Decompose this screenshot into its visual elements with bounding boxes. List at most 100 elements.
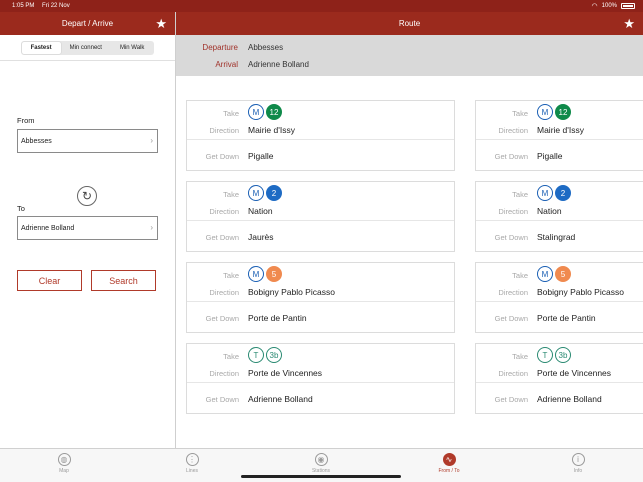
search-panel: Depart / Arrive ★ Fastest Min connect Mi… (0, 12, 176, 448)
direction-label: Direction (498, 207, 528, 216)
direction-label: Direction (498, 126, 528, 135)
route-option-1[interactable]: Take M 12 Direction Mairie d'Issy Get Down Pig… (186, 100, 455, 424)
route-option-2[interactable]: Take M 12 Direction Mairie d'Issy Get Down Pig… (475, 100, 643, 424)
get-down-label: Get Down (205, 152, 239, 161)
line-number-badge: 2 (555, 185, 571, 201)
card-divider (187, 220, 454, 221)
home-indicator (241, 475, 401, 478)
tab-lines[interactable]: ⋮ Lines (162, 453, 222, 474)
line-badges: T 3b (537, 347, 571, 363)
departure-label: Departure (202, 42, 238, 52)
get-down-value: Adrienne Bolland (537, 394, 602, 404)
line-number-badge: 3b (266, 347, 282, 363)
lines-icon: ⋮ (185, 453, 199, 466)
chevron-right-icon: › (150, 136, 153, 145)
transport-mode-icon: M (537, 185, 553, 201)
route-summary: Departure Abbesses Arrival Adrienne Boll… (176, 35, 643, 76)
route-step-card[interactable]: Take M 2 Direction Nation Get Down Jaurès (186, 181, 455, 252)
transport-mode-icon: M (248, 185, 264, 201)
direction-value: Nation (248, 206, 273, 216)
get-down-label: Get Down (494, 395, 528, 404)
line-number-badge: 5 (266, 266, 282, 282)
transport-mode-icon: T (248, 347, 264, 363)
card-divider (476, 301, 643, 302)
status-time: 1:05 PM (12, 3, 35, 9)
get-down-value: Jaurès (248, 232, 274, 242)
get-down-value: Stalingrad (537, 232, 576, 242)
from-field[interactable]: Abbesses › (17, 129, 158, 153)
transport-mode-icon: M (537, 266, 553, 282)
search-button[interactable]: Search (91, 270, 156, 291)
transport-mode-icon: M (248, 104, 264, 120)
arrival-value: Adrienne Bolland (248, 59, 309, 69)
transport-mode-icon: T (537, 347, 553, 363)
route-step-card[interactable]: Take M 2 Direction Nation Get Down Stalingrad (475, 181, 643, 252)
take-label: Take (512, 271, 528, 280)
route-preference-control: Fastest Min connect Min Walk (20, 40, 155, 55)
line-badges: T 3b (248, 347, 282, 363)
route-step-card[interactable]: Take M 12 Direction Mairie d'Issy Get Down Pig… (475, 100, 643, 171)
route-icon: ∿ (442, 453, 456, 466)
direction-label: Direction (209, 369, 239, 378)
route-step-card[interactable]: Take M 5 Direction Bobigny Pablo Picasso Get … (186, 262, 455, 333)
line-number-badge: 12 (555, 104, 571, 120)
tab-info[interactable]: i Info (548, 453, 608, 474)
arrival-label: Arrival (215, 59, 238, 69)
from-label: From (17, 116, 35, 125)
line-badges: M2 (248, 185, 282, 201)
segment-min-connect[interactable]: Min connect (61, 42, 111, 54)
get-down-value: Porte de Pantin (248, 313, 307, 323)
station-icon: ◉ (314, 453, 328, 466)
line-badges: M 12 (537, 104, 571, 120)
line-number-badge: 3b (555, 347, 571, 363)
tab-stations[interactable]: ◉ Stations (291, 453, 351, 474)
direction-value: Mairie d'Issy (248, 125, 295, 135)
battery-percent: 100% (601, 3, 617, 9)
direction-value: Nation (537, 206, 562, 216)
transport-mode-icon: M (537, 104, 553, 120)
route-nav-bar: Route ★ (176, 12, 643, 35)
route-step-card[interactable]: Take M 12 Direction Mairie d'Issy Get Down Pig… (186, 100, 455, 171)
swap-icon[interactable]: ↻ (77, 186, 97, 206)
add-favorite-star-icon[interactable]: ★ (623, 16, 635, 32)
tab-map[interactable]: ◍ Map (34, 453, 94, 474)
take-label: Take (223, 109, 239, 118)
tab-label: From / To (438, 468, 460, 474)
direction-label: Direction (498, 288, 528, 297)
take-label: Take (512, 352, 528, 361)
to-field[interactable]: Adrienne Bolland › (17, 216, 158, 240)
favorites-star-icon[interactable]: ★ (155, 16, 167, 32)
card-divider (187, 139, 454, 140)
get-down-label: Get Down (494, 233, 528, 242)
get-down-value: Adrienne Bolland (248, 394, 313, 404)
to-label: To (17, 204, 25, 213)
get-down-value: Porte de Pantin (537, 313, 596, 323)
take-label: Take (223, 271, 239, 280)
direction-value: Bobigny Pablo Picasso (537, 287, 624, 297)
route-step-card[interactable]: Take M 5 Direction Bobigny Pablo Picasso Get … (475, 262, 643, 333)
get-down-label: Get Down (205, 314, 239, 323)
line-badges: M5 (537, 266, 571, 282)
tab-label: Info (573, 468, 583, 474)
line-number-badge: 2 (266, 185, 282, 201)
segment-fastest[interactable]: Fastest (21, 41, 61, 54)
left-title: Depart / Arrive (61, 19, 114, 28)
route-results: Take M 12 Direction Mairie d'Issy Get Down Pig… (176, 76, 643, 448)
direction-label: Direction (209, 126, 239, 135)
route-step-card[interactable]: Take T 3b Direction Porte de Vincennes Get Do… (475, 343, 643, 414)
get-down-label: Get Down (494, 152, 528, 161)
card-divider (476, 139, 643, 140)
tab-from-to[interactable]: ∿ From / To (419, 453, 479, 474)
line-number-badge: 5 (555, 266, 571, 282)
card-divider (476, 220, 643, 221)
take-label: Take (512, 109, 528, 118)
chevron-right-icon: › (150, 223, 153, 232)
from-value: Abbesses (21, 137, 52, 145)
route-step-card[interactable]: Take T 3b Direction Porte de Vincennes Get Do… (186, 343, 455, 414)
segment-min-walk[interactable]: Min Walk (111, 42, 153, 54)
tab-label: Lines (186, 468, 198, 474)
status-date: Fri 22 Nov (42, 3, 70, 9)
clear-button[interactable]: Clear (17, 270, 82, 291)
direction-label: Direction (209, 207, 239, 216)
line-number-badge: 12 (266, 104, 282, 120)
